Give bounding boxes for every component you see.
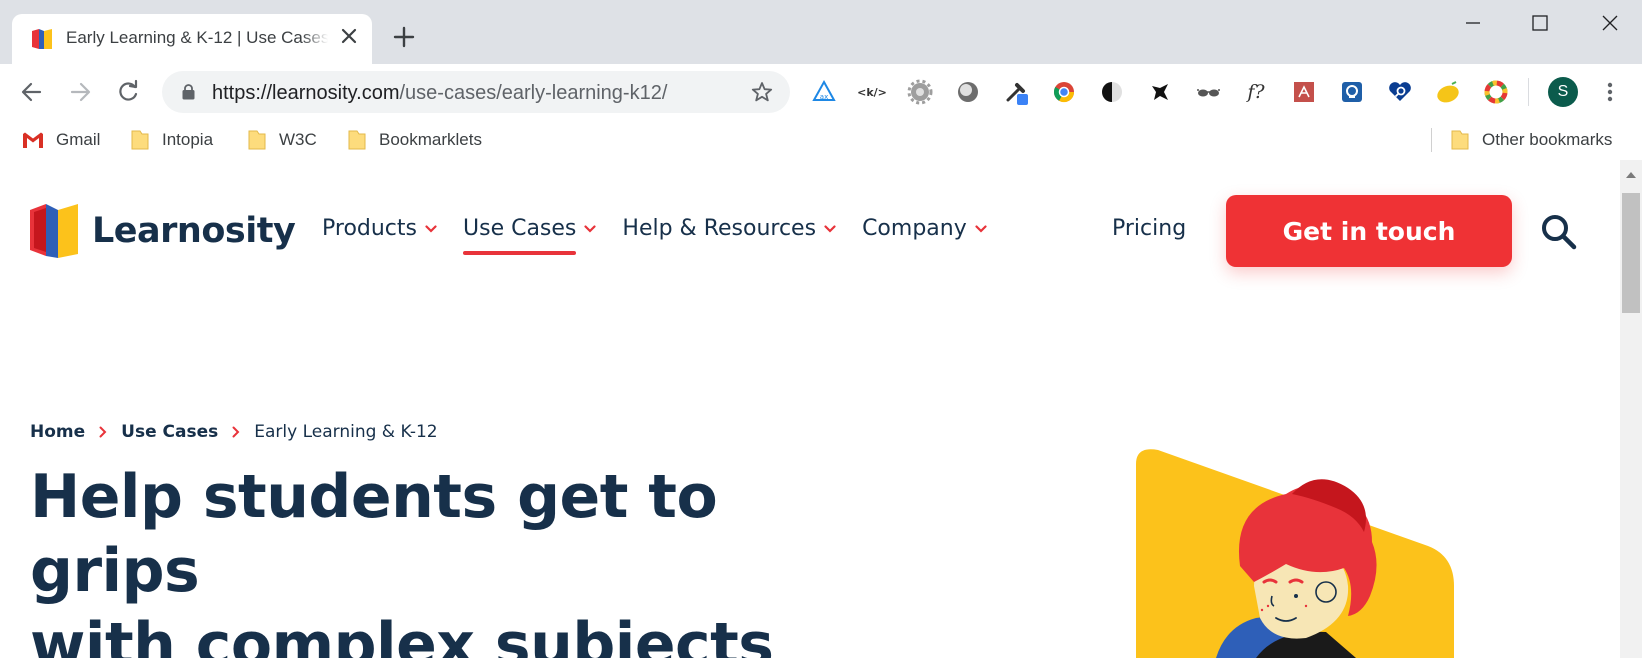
address-bar[interactable]: https://learnosity.com/use-cases/early-l… (162, 71, 790, 113)
chevron-down-icon (824, 224, 836, 233)
bookmark-label: Gmail (56, 130, 101, 149)
nav-help-resources[interactable]: Help & Resources (622, 216, 836, 241)
nav-products[interactable]: Products (322, 216, 437, 241)
page-title-line-2: with complex subjects (30, 610, 774, 658)
tab-title: Early Learning & K-12 | Use Cases | Lear… (66, 28, 328, 48)
breadcrumb: Home Use Cases Early Learning & K-12 (30, 422, 438, 442)
lemon-icon[interactable] (1434, 78, 1462, 106)
bookmark-intopia[interactable]: Intopia (130, 128, 213, 152)
get-in-touch-button[interactable]: Get in touch (1226, 195, 1512, 267)
maximize-icon[interactable] (1517, 10, 1563, 40)
forward-icon[interactable] (66, 78, 94, 106)
site-logo[interactable]: Learnosity (28, 202, 296, 260)
nav-label: Help & Resources (622, 216, 817, 241)
code-tags-icon[interactable]: <k/> (857, 78, 887, 106)
chevron-down-icon (584, 224, 597, 233)
eyedropper-icon[interactable] (1002, 78, 1030, 106)
code-tags-glyph: <k/> (857, 85, 887, 99)
bookmark-gmail[interactable]: Gmail (22, 128, 100, 152)
url-path: /use-cases/early-learning-k12/ (399, 82, 668, 104)
learnosity-logo-icon (30, 204, 78, 258)
folder-icon (131, 130, 149, 150)
url-host: https://learnosity.com (212, 82, 400, 104)
window-close-icon[interactable] (1587, 10, 1633, 40)
gmail-icon (23, 132, 43, 148)
nav-label: Products (322, 216, 417, 241)
bookmark-other[interactable]: Other bookmarks (1450, 128, 1612, 152)
nav-label: Company (862, 216, 967, 241)
search-icon[interactable] (1540, 213, 1578, 251)
glasses-icon[interactable] (1194, 78, 1222, 106)
learnosity-favicon-icon (32, 29, 52, 49)
bookmark-bookmarklets[interactable]: Bookmarklets (347, 128, 482, 152)
page-scrollbar[interactable] (1620, 160, 1642, 658)
minimize-icon[interactable] (1450, 10, 1496, 40)
chevron-down-icon (975, 224, 987, 233)
url-text[interactable]: https://learnosity.com/use-cases/early-l… (212, 82, 667, 105)
browser-titlebar: Early Learning & K-12 | Use Cases | Lear… (0, 0, 1642, 64)
main-navigation: Products Use Cases Help & Resources Comp… (322, 216, 1013, 255)
ninja-icon[interactable] (1146, 78, 1174, 106)
bookmark-label: W3C (279, 130, 317, 149)
breadcrumb-home[interactable]: Home (30, 422, 85, 442)
svg-text:ax: ax (820, 93, 828, 101)
heart-search-icon[interactable] (1386, 78, 1414, 106)
bookmark-label: Intopia (162, 130, 214, 149)
pdf-icon[interactable] (1290, 78, 1318, 106)
browser-tab[interactable]: Early Learning & K-12 | Use Cases | Lear… (12, 14, 372, 64)
breadcrumb-current: Early Learning & K-12 (254, 422, 438, 442)
chrome-icon[interactable] (1050, 78, 1078, 106)
student-illustration (1136, 449, 1454, 658)
logo-wordmark: Learnosity (92, 211, 296, 251)
chevron-down-icon (425, 224, 437, 233)
axe-devtools-icon[interactable]: ax (810, 78, 838, 106)
chevron-right-icon (99, 426, 107, 438)
color-wheel-icon[interactable] (1482, 78, 1510, 106)
scroll-up-arrow-icon[interactable] (1626, 172, 1636, 178)
bookmark-star-icon[interactable] (750, 80, 774, 104)
bookmark-separator (1431, 128, 1432, 152)
function-icon[interactable]: f? (1242, 78, 1270, 106)
folder-icon (248, 130, 266, 150)
lock-icon[interactable] (182, 84, 195, 100)
reload-icon[interactable] (114, 78, 142, 106)
bookmarks-bar: Gmail Intopia W3C Bookmarklets Other boo… (0, 120, 1642, 160)
close-tab-icon[interactable] (338, 25, 360, 47)
bookmark-label: Other bookmarks (1482, 130, 1613, 149)
sphere-icon[interactable] (954, 78, 982, 106)
page-title-line-1: Help students get to grips (30, 462, 718, 606)
page-title: Help students get to grips with complex … (30, 460, 870, 658)
chat-icon[interactable] (1338, 78, 1366, 106)
contrast-icon[interactable] (1098, 78, 1126, 106)
breadcrumb-use-cases[interactable]: Use Cases (121, 422, 218, 442)
nav-company[interactable]: Company (862, 216, 987, 241)
nav-use-cases[interactable]: Use Cases (463, 216, 597, 255)
new-tab-icon[interactable] (392, 25, 416, 49)
scroll-thumb[interactable] (1622, 193, 1640, 313)
web-page: Learnosity Products Use Cases Help & Res… (0, 160, 1620, 658)
folder-icon (348, 130, 366, 150)
toolbar-divider (1528, 78, 1529, 106)
gear-extension-icon[interactable] (906, 78, 934, 106)
chevron-right-icon (232, 426, 240, 438)
bookmark-label: Bookmarklets (379, 130, 482, 149)
function-glyph: f? (1247, 81, 1265, 103)
browser-toolbar: https://learnosity.com/use-cases/early-l… (0, 64, 1642, 120)
back-icon[interactable] (18, 78, 46, 106)
folder-icon (1451, 130, 1469, 150)
bookmark-w3c[interactable]: W3C (247, 128, 317, 152)
nav-label: Use Cases (463, 216, 577, 241)
more-menu-icon[interactable] (1600, 78, 1620, 106)
nav-pricing-link[interactable]: Pricing (1112, 216, 1186, 241)
profile-avatar[interactable]: S (1548, 77, 1578, 107)
